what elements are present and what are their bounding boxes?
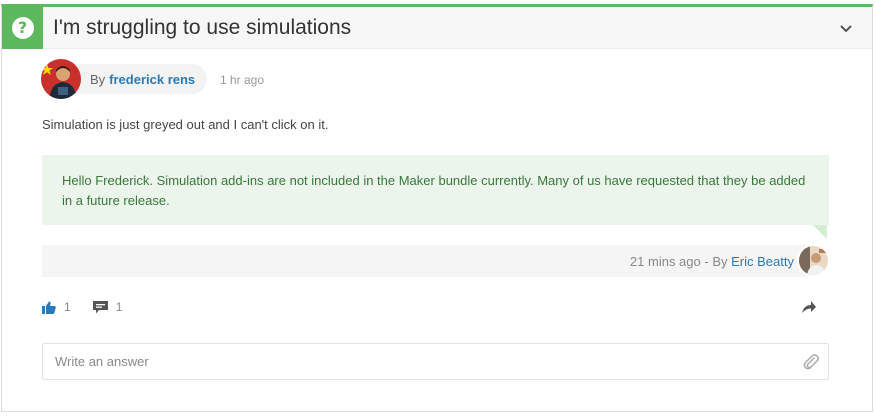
answer-avatar[interactable]: [797, 244, 830, 277]
answer-input[interactable]: [42, 343, 829, 380]
answer-meta: 21 mins ago - By Eric Beatty: [630, 254, 794, 269]
question-title: I'm struggling to use simulations: [53, 16, 352, 39]
paperclip-icon[interactable]: [803, 353, 819, 371]
answer-by-label: By: [712, 254, 728, 269]
by-label: By: [90, 71, 106, 87]
answer-bubble-tail: [813, 225, 827, 239]
question-actions: 1 1: [42, 299, 144, 315]
author-link[interactable]: frederick rens: [109, 72, 195, 87]
answer-text: Hello Frederick. Simulation add-ins are …: [62, 173, 806, 208]
question-time: 1 hr ago: [220, 73, 265, 87]
answer-bubble: Hello Frederick. Simulation add-ins are …: [42, 155, 829, 225]
author-pill: By frederick rens: [61, 64, 208, 94]
chevron-down-icon[interactable]: [838, 21, 854, 37]
question-icon: ?: [11, 17, 34, 39]
question-header[interactable]: ? I'm struggling to use simulations: [2, 7, 872, 49]
answer-author-link[interactable]: Eric Beatty: [731, 254, 794, 269]
comment-button[interactable]: 1: [92, 300, 123, 314]
comment-count: 1: [115, 300, 123, 314]
question-body: Simulation is just greyed out and I can'…: [42, 117, 329, 132]
comment-icon: [92, 300, 108, 313]
like-count: 1: [64, 300, 71, 314]
share-icon[interactable]: [802, 301, 816, 313]
avatar[interactable]: [41, 59, 81, 99]
answer-meta-bar: 21 mins ago - By Eric Beatty: [42, 245, 812, 277]
meta-separator: -: [704, 254, 709, 269]
like-button[interactable]: 1: [42, 300, 71, 314]
answer-time: 21 mins ago: [629, 254, 701, 269]
thumbs-up-icon: [42, 301, 56, 314]
question-badge: ?: [2, 7, 43, 49]
